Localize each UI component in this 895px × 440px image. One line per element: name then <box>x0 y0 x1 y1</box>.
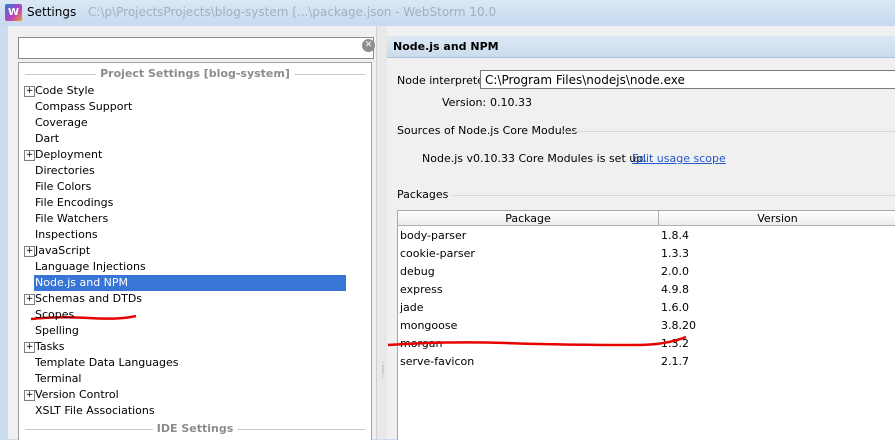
package-version-cell: 4.9.8 <box>661 283 689 296</box>
interpreter-path-field[interactable]: C:\Program Files\nodejs\node.exe <box>480 70 895 89</box>
webstorm-app-icon: W <box>5 4 22 21</box>
sidebar-item[interactable]: Code Style <box>34 83 96 99</box>
table-row[interactable]: serve-favicon 2.1.7 <box>398 353 895 371</box>
package-version-cell: 2.0.0 <box>661 265 689 278</box>
settings-search-input[interactable] <box>18 37 374 59</box>
package-name-cell: body-parser <box>400 229 467 242</box>
window-title-path: C:\p\ProjectsProjects\blog-system [...\p… <box>88 5 497 19</box>
sidebar-item[interactable]: Version Control <box>34 387 121 403</box>
sidebar-item[interactable]: Compass Support <box>34 99 134 115</box>
splitter-grip-icon: ⋮ ⋮ ⋮ <box>379 361 387 378</box>
package-name-cell: debug <box>400 265 435 278</box>
project-settings-header: Project Settings [blog-system] <box>19 67 371 81</box>
edit-usage-scope-link[interactable]: Edit usage scope <box>632 152 726 165</box>
sidebar-item[interactable]: File Colors <box>34 179 93 195</box>
sidebar-item[interactable]: Spelling <box>34 323 81 339</box>
sidebar-item[interactable]: Node.js and NPM <box>34 275 346 291</box>
core-modules-title: Sources of Node.js Core Modules <box>397 124 578 137</box>
package-name-cell: express <box>400 283 443 296</box>
package-version-cell: 1.8.4 <box>661 229 689 242</box>
package-name-cell: serve-favicon <box>400 355 475 368</box>
package-name-cell: cookie-parser <box>400 247 475 260</box>
clear-search-icon[interactable]: ✕ <box>362 39 375 52</box>
sidebar-item[interactable]: Inspections <box>34 227 100 243</box>
package-version-cell: 1.6.0 <box>661 301 689 314</box>
sidebar-item[interactable]: Deployment <box>34 147 104 163</box>
sidebar-item[interactable]: Tasks <box>34 339 66 355</box>
sidebar-item[interactable]: Schemas and DTDs <box>34 291 144 307</box>
settings-tree: Project Settings [blog-system] IDE Setti… <box>18 62 372 440</box>
column-header-package[interactable]: Package <box>398 211 659 226</box>
sidebar-item[interactable]: Template Data Languages <box>34 355 180 371</box>
sidebar-item[interactable]: JavaScript <box>34 243 92 259</box>
table-row[interactable]: jade 1.6.0 <box>398 299 895 317</box>
packages-table: Package Version body-parser 1.8.4 cookie-p… <box>387 210 895 440</box>
packages-divider <box>453 195 895 196</box>
version-label: Version: <box>442 96 487 109</box>
settings-nav-panel: ✕ Project Settings [blog-system] IDE Set… <box>8 26 376 440</box>
sidebar-item[interactable]: XSLT File Associations <box>34 403 157 419</box>
nodejs-npm-panel: Node.js and NPM Node interpreter: C:\Pro… <box>387 26 895 440</box>
panel-title: Node.js and NPM <box>387 36 895 58</box>
sidebar-item[interactable]: Directories <box>34 163 97 179</box>
core-modules-status: Node.js v0.10.33 Core Modules is set up. <box>422 152 647 165</box>
settings-dialog: ✕ Project Settings [blog-system] IDE Set… <box>8 26 895 440</box>
version-value: 0.10.33 <box>490 96 532 109</box>
table-row[interactable]: debug 2.0.0 <box>398 263 895 281</box>
interpreter-label: Node interpreter: <box>397 74 492 87</box>
project-settings-header-label: Project Settings [blog-system] <box>96 67 294 80</box>
column-header-version[interactable]: Version <box>659 211 895 226</box>
sidebar-item[interactable]: Language Injections <box>34 259 148 275</box>
table-row[interactable]: cookie-parser 1.3.3 <box>398 245 895 263</box>
package-version-cell: 1.3.3 <box>661 247 689 260</box>
sidebar-item[interactable]: Terminal <box>34 371 84 387</box>
sidebar-item[interactable]: Dart <box>34 131 61 147</box>
ide-settings-header: IDE Settings <box>19 422 371 436</box>
table-row[interactable]: express 4.9.8 <box>398 281 895 299</box>
packages-title: Packages <box>397 188 449 201</box>
table-row[interactable]: body-parser 1.8.4 <box>398 227 895 245</box>
ide-settings-header-label: IDE Settings <box>152 422 238 435</box>
window-title: Settings <box>27 5 77 19</box>
package-version-cell: 2.1.7 <box>661 355 689 368</box>
sidebar-item[interactable]: Scopes <box>34 307 76 323</box>
package-name-cell: jade <box>400 301 424 314</box>
sidebar-item[interactable]: File Encodings <box>34 195 115 211</box>
window-title-bar: W Settings C:\p\ProjectsProjects\blog-sy… <box>0 0 895 26</box>
annotation-underline-mongoose <box>387 335 687 347</box>
sidebar-item[interactable]: File Watchers <box>34 211 110 227</box>
sidebar-item[interactable]: Coverage <box>34 115 90 131</box>
core-modules-divider <box>563 131 895 132</box>
